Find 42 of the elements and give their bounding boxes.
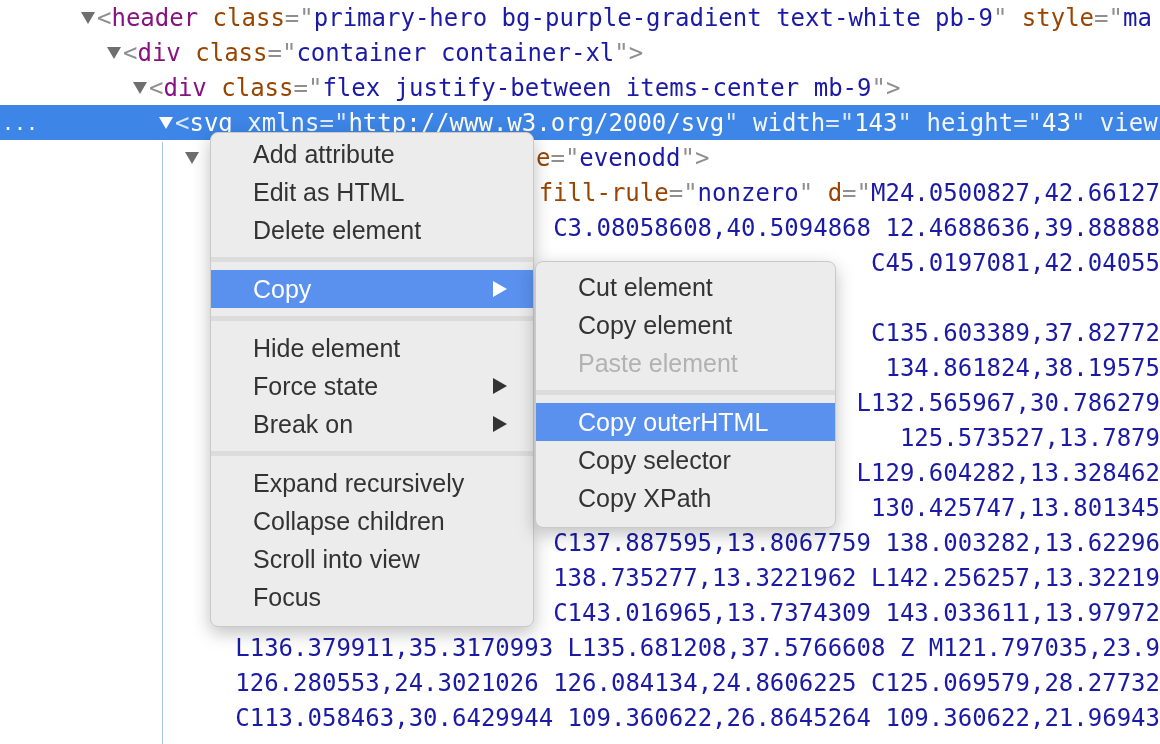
expand-triangle-icon[interactable] (185, 151, 199, 164)
code-line: C113.058463,30.6429944 109.360622,26.8645264 109.360622,21.96943 (235, 703, 1160, 732)
menu-item[interactable]: Scroll into view (211, 540, 533, 578)
menu-item[interactable]: Hide element (211, 329, 533, 367)
menu-item[interactable]: Break on (211, 405, 533, 443)
code-line: <div class="flex justify-between items-center mb-9"> (149, 73, 901, 102)
code-line: <header class="primary-hero bg-purple-gradient text-white pb-9" style="ma (97, 3, 1152, 32)
code-line: L136.379911,35.3170993 L135.681208,37.5766608 Z M121.797035,23.9 (235, 633, 1160, 662)
code-line: C3.08058608,40.5094868 12.4688636,39.88888 (553, 213, 1160, 242)
code-line: fill-rule="nonzero" d="M24.0500827,42.66127 (538, 178, 1160, 207)
code-line: L129.604282,13.328462 (856, 458, 1160, 487)
menu-item[interactable]: Expand recursively (211, 464, 533, 502)
expand-triangle-icon[interactable] (81, 11, 95, 24)
menu-item[interactable]: Force state (211, 367, 533, 405)
gutter-dots: ... (2, 110, 39, 135)
expand-triangle-icon[interactable] (133, 81, 147, 94)
menu-item[interactable]: Copy selector (536, 441, 835, 479)
code-line: e="evenodd"> (536, 143, 710, 172)
code-line: <div class="container container-xl"> (123, 38, 644, 67)
submenu-arrow-icon (493, 281, 507, 297)
menu-item[interactable]: Focus (211, 578, 533, 616)
code-line: C45.0197081,42.04055 (871, 248, 1160, 277)
code-line: C143.016965,13.7374309 143.033611,13.97972 (553, 598, 1160, 627)
code-line: 126.280553,24.3021026 126.084134,24.8606225 C125.069579,28.27732 (235, 668, 1160, 697)
menu-item[interactable]: Add attribute (211, 135, 533, 173)
code-line: 125.573527,13.7879 (899, 423, 1160, 452)
submenu-arrow-icon (493, 416, 507, 432)
code-line: 130.425747,13.801345 (871, 493, 1160, 522)
menu-item[interactable]: Copy XPath (536, 479, 835, 517)
code-line: 138.735277,13.3221962 L142.256257,13.32219 (553, 563, 1160, 592)
code-line: C135.603389,37.82772 (871, 318, 1160, 347)
expand-triangle-icon[interactable] (107, 46, 121, 59)
code-line: L132.565967,30.786279 (856, 388, 1160, 417)
code-line: 134.861824,38.19575 (885, 353, 1160, 382)
menu-item[interactable]: Cut element (536, 268, 835, 306)
expand-triangle-icon[interactable] (159, 116, 173, 129)
menu-item[interactable]: Copy element (536, 306, 835, 344)
code-line: C137.887595,13.8067759 138.003282,13.62296 (553, 528, 1160, 557)
menu-item[interactable]: Edit as HTML (211, 173, 533, 211)
menu-item[interactable]: Collapse children (211, 502, 533, 540)
menu-item[interactable]: Delete element (211, 211, 533, 249)
submenu-arrow-icon (493, 378, 507, 394)
